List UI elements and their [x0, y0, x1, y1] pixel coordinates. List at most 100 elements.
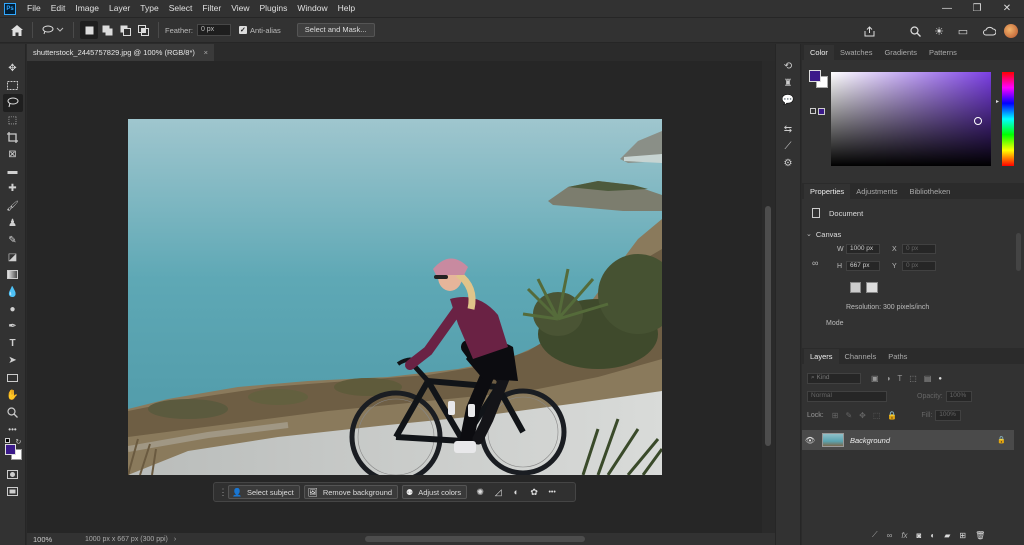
y-input[interactable]: 0 px [902, 261, 936, 271]
menu-filter[interactable]: Filter [197, 0, 226, 17]
avatar[interactable] [1004, 24, 1018, 38]
share-icon[interactable] [860, 22, 878, 40]
subtract-selection-icon[interactable] [116, 21, 134, 39]
intersect-selection-icon[interactable] [134, 21, 152, 39]
history-brush-tool-icon[interactable]: ✎ [3, 232, 23, 249]
lock-transparent-icon[interactable]: ⊞ [832, 411, 839, 420]
height-input[interactable]: 667 px [846, 261, 880, 271]
layer-name[interactable]: Background [850, 436, 890, 445]
more-options-icon[interactable]: ••• [544, 489, 560, 496]
eyedropper-tool-icon[interactable]: ▬ [3, 163, 23, 180]
status-arrow-icon[interactable]: › [174, 536, 176, 543]
tab-gradients[interactable]: Gradients [878, 45, 923, 60]
web-color-icon[interactable] [818, 108, 825, 115]
horizontal-scrollbar-thumb[interactable] [365, 536, 585, 542]
lock-artboard-icon[interactable]: ⬚ [873, 411, 881, 420]
layer-row-background[interactable]: 👁 Background 🔒 [802, 430, 1014, 450]
opacity-input[interactable]: 100% [945, 391, 972, 402]
layer-effects-icon[interactable]: fx [901, 531, 907, 540]
tab-layers[interactable]: Layers [804, 349, 839, 364]
layer-filter-kind[interactable]: ⌕ Kind [807, 373, 861, 384]
vertical-scrollbar[interactable] [762, 61, 775, 533]
tab-bibliotheken[interactable]: Bibliotheken [903, 184, 956, 199]
menu-select[interactable]: Select [164, 0, 198, 17]
filter-adjustment-icon[interactable]: ◑ [886, 374, 891, 383]
artboard-icon[interactable]: ⟋ [872, 530, 878, 540]
search-icon[interactable] [906, 22, 924, 40]
path-selection-tool-icon[interactable]: ➤ [3, 352, 23, 369]
filter-shape-icon[interactable]: ⬚ [909, 374, 917, 383]
discover-icon[interactable]: ☀ [930, 22, 948, 40]
tab-channels[interactable]: Channels [839, 349, 883, 364]
new-adjustment-icon[interactable]: ◐ [930, 531, 935, 540]
frame-tool-icon[interactable]: ⊠ [3, 146, 23, 163]
marquee-tool-icon[interactable] [3, 77, 23, 94]
adjust-colors-button[interactable]: ⚉ Adjust colors [402, 485, 468, 499]
feather-input[interactable]: 0 px [196, 24, 231, 36]
hue-slider-handle-icon[interactable]: ▸ [996, 98, 999, 105]
tab-adjustments[interactable]: Adjustments [850, 184, 903, 199]
adjustments-icon[interactable]: ⚙ [779, 155, 797, 172]
default-colors-icon[interactable] [4, 438, 10, 444]
quick-mask-icon[interactable] [3, 466, 23, 483]
dodge-tool-icon[interactable]: ● [3, 301, 23, 318]
eraser-tool-icon[interactable]: ◪ [3, 249, 23, 266]
mask-icon[interactable]: ◐ [508, 487, 524, 497]
properties-scrollbar[interactable] [1016, 233, 1021, 271]
tab-properties[interactable]: Properties [804, 184, 851, 199]
foreground-color-swatch[interactable] [4, 444, 16, 456]
menu-layer[interactable]: Layer [104, 0, 135, 17]
zoom-tool-icon[interactable] [3, 404, 23, 421]
tab-paths[interactable]: Paths [882, 349, 913, 364]
cloud-icon[interactable] [980, 22, 998, 40]
filter-pixel-icon[interactable]: ▣ [871, 374, 879, 383]
hand-tool-icon[interactable]: ✋ [3, 387, 23, 404]
new-group-icon[interactable]: ▰ [944, 531, 950, 540]
blend-mode-select[interactable]: Normal [807, 391, 887, 402]
brush-settings-icon[interactable]: ⟋ [779, 138, 797, 155]
lasso-preset-icon[interactable] [39, 21, 67, 39]
minimize-icon[interactable]: — [932, 0, 962, 17]
blur-tool-icon[interactable]: 💧 [3, 283, 23, 300]
more-tools-icon[interactable]: ••• [3, 421, 23, 438]
close-icon[interactable]: ✕ [992, 0, 1022, 17]
vertical-scrollbar-thumb[interactable] [765, 206, 771, 446]
drag-handle-icon[interactable]: ⋮ [219, 487, 228, 498]
tab-patterns[interactable]: Patterns [923, 45, 963, 60]
add-selection-icon[interactable] [98, 21, 116, 39]
filter-type-icon[interactable]: T [897, 374, 902, 383]
foreground-color-swatch[interactable] [809, 70, 821, 82]
rectangle-tool-icon[interactable] [3, 369, 23, 386]
remove-background-button[interactable]: 🖼 Remove background [303, 485, 399, 499]
new-selection-icon[interactable] [80, 21, 98, 39]
menu-image[interactable]: Image [70, 0, 104, 17]
lock-position-icon[interactable]: ✥ [859, 411, 866, 420]
learn-icon[interactable]: ⇆ [779, 121, 797, 138]
menu-window[interactable]: Window [292, 0, 332, 17]
menu-edit[interactable]: Edit [46, 0, 71, 17]
close-tab-icon[interactable]: × [204, 44, 208, 61]
layer-lock-icon[interactable]: 🔒 [997, 436, 1006, 444]
generative-fill-icon[interactable]: ✺ [472, 487, 488, 498]
workspace-icon[interactable]: ▭ [954, 22, 972, 40]
antialias-checkbox[interactable]: ✓ [238, 26, 247, 34]
color-field[interactable] [831, 72, 991, 166]
filter-toggle-icon[interactable]: ● [938, 376, 942, 382]
screen-mode-icon[interactable] [3, 483, 23, 500]
type-tool-icon[interactable]: T [3, 335, 23, 352]
swap-colors-icon[interactable]: ↻ [16, 438, 22, 446]
hue-slider[interactable] [1002, 72, 1014, 166]
fill-input[interactable]: 100% [935, 410, 962, 421]
home-icon[interactable] [8, 21, 26, 39]
history-icon[interactable]: ⟲ [779, 58, 797, 75]
actions-icon[interactable]: ♜ [779, 75, 797, 92]
visibility-eye-icon[interactable]: 👁 [802, 436, 818, 445]
comments-icon[interactable]: 💬 [779, 92, 797, 109]
x-input[interactable]: 0 px [902, 244, 936, 254]
restore-icon[interactable]: ❐ [962, 0, 992, 17]
document-tab[interactable]: shutterstock_2445757829.jpg @ 100% (RGB/… [27, 44, 214, 61]
lasso-tool-icon[interactable] [2, 94, 23, 112]
healing-brush-tool-icon[interactable]: ✚ [3, 180, 23, 197]
zoom-level[interactable]: 100% [33, 535, 73, 544]
crop-tool-icon[interactable] [3, 129, 23, 146]
